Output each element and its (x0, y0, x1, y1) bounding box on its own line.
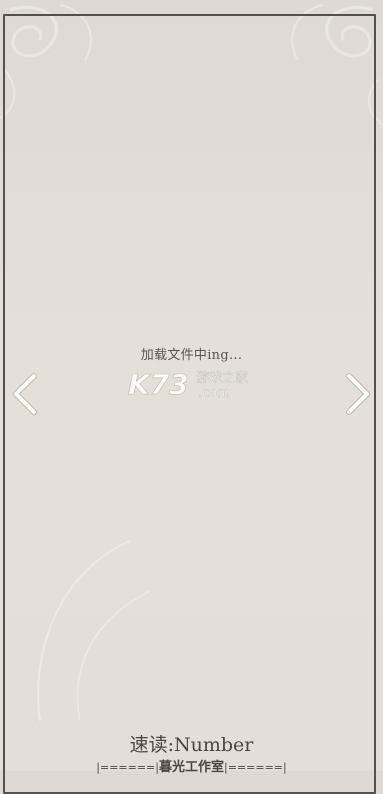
divider-left: |======| (96, 761, 159, 774)
k73-watermark-logo: K73 游戏之家 .com (128, 368, 248, 401)
loading-text: 加载文件中ing... (140, 348, 243, 363)
divider-right: |======| (224, 761, 287, 774)
page-frame (3, 14, 376, 794)
watermark-brand: K73 (128, 368, 189, 401)
studio-credit: |======|暮光工作室|======| (0, 756, 383, 775)
prev-page-button[interactable] (10, 372, 40, 416)
watermark-tagline: 游戏之家 (196, 370, 248, 386)
chevron-right-icon (346, 373, 370, 415)
watermark-domain: .com (198, 386, 230, 401)
book-title: 速读:Number (129, 734, 254, 756)
studio-name: 暮光工作室 (158, 760, 224, 775)
next-page-button[interactable] (343, 372, 373, 416)
chevron-left-icon (13, 373, 37, 415)
